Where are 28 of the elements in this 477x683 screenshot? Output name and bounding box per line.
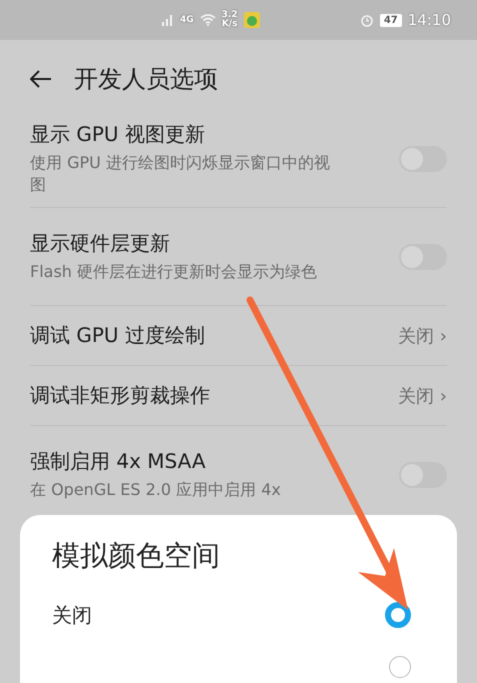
setting-title: 强制启用 4x MSAA (30, 448, 207, 476)
setting-summary: Flash 硬件层在进行更新时会显示为绿色 (30, 261, 318, 283)
back-arrow-icon[interactable] (30, 70, 52, 88)
speed-unit: K/s (222, 20, 238, 29)
setting-summary: 在 OpenGL ES 2.0 应用中启用 4x (30, 479, 282, 501)
setting-row[interactable]: 显示硬件层更新 Flash 硬件层在进行更新时会显示为绿色 (30, 208, 447, 306)
setting-title: 显示硬件层更新 (30, 230, 171, 258)
speed-value: 3.2 (222, 11, 238, 20)
app-icon (244, 12, 260, 28)
setting-row[interactable]: 调试非矩形剪裁操作 关闭 › (30, 366, 447, 426)
signal-icon (160, 14, 174, 26)
dialog-title: 模拟颜色空间 (52, 538, 221, 574)
alarm-icon (360, 13, 374, 27)
option-label: 关闭 (52, 602, 92, 628)
setting-title: 显示 GPU 视图更新 (30, 121, 206, 148)
setting-value: 关闭 › (398, 384, 447, 408)
setting-title: 调试 GPU 过度绘制 (30, 322, 206, 349)
setting-row[interactable]: 调试 GPU 过度绘制 关闭 › (30, 306, 447, 366)
setting-title: 调试非矩形剪裁操作 (30, 382, 211, 409)
clock-time: 14:10 (408, 11, 451, 29)
radio-button[interactable] (389, 656, 411, 678)
wifi-icon (200, 14, 216, 26)
setting-summary: 使用 GPU 进行绘图时闪烁显示窗口中的视图 (30, 152, 331, 196)
battery-indicator: 47 (380, 14, 402, 26)
network-label: 4G (180, 16, 194, 24)
page-title: 开发人员选项 (74, 64, 218, 95)
setting-value: 关闭 › (398, 324, 447, 348)
setting-row[interactable]: 显示 GPU 视图更新 使用 GPU 进行绘图时闪烁显示窗口中的视图 (30, 110, 447, 208)
